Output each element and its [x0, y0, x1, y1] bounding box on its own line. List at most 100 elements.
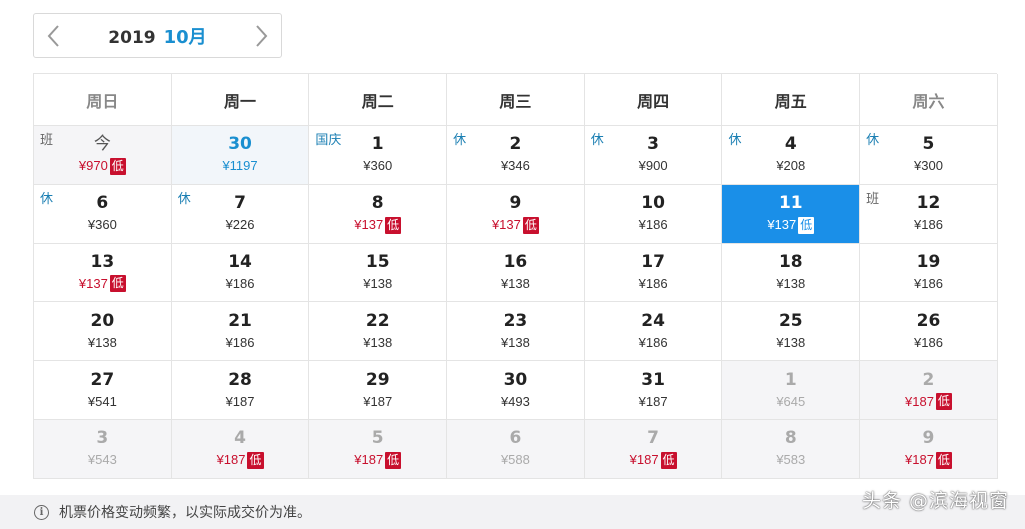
day-number: 4 [784, 134, 797, 155]
day-number: 30 [228, 134, 252, 155]
day-cell[interactable]: 休 3 ¥900 [584, 126, 723, 185]
day-cell[interactable]: 3 ¥543 [34, 419, 172, 479]
price-value: ¥900 [638, 158, 668, 174]
price-value: ¥360 [363, 158, 393, 174]
day-number: 10 [641, 193, 665, 214]
holiday-tag: 休 [728, 133, 742, 148]
price-value: ¥138 [363, 334, 393, 350]
day-cell[interactable]: 14 ¥186 [171, 243, 310, 303]
day-cell[interactable]: 25 ¥138 [722, 302, 861, 362]
day-cell[interactable]: 15 ¥138 [309, 243, 448, 303]
day-cell[interactable]: 18 ¥138 [722, 243, 861, 303]
next-month-button[interactable] [241, 14, 281, 57]
holiday-tag: 休 [453, 133, 467, 148]
day-cell[interactable]: 23 ¥138 [447, 302, 585, 362]
price-value: ¥186 [225, 275, 255, 291]
low-price-badge: 低 [660, 451, 677, 469]
day-cell[interactable]: 26 ¥186 [860, 302, 998, 362]
day-cell[interactable]: 20 ¥138 [34, 302, 172, 362]
price-value: ¥970 [78, 158, 108, 174]
fare-calendar: 周日 周一 周二 周三 周四 周五 周六 班今 ¥970 低 30 ¥1197 国庆 1 ¥3… [33, 73, 998, 479]
day-price: ¥138 [88, 334, 117, 352]
prev-month-button[interactable] [34, 14, 74, 57]
day-cell[interactable]: 19 ¥186 [860, 243, 998, 303]
day-price: ¥583 [776, 451, 805, 469]
year-text: 2019 [108, 27, 156, 48]
day-price: ¥186 [639, 275, 668, 293]
weekday-tue: 周二 [309, 74, 448, 126]
holiday-tag: 休 [590, 133, 604, 148]
day-price: ¥300 [914, 157, 943, 175]
day-cell[interactable]: 10 ¥186 [584, 184, 723, 244]
day-price: ¥187 [226, 393, 255, 411]
day-number: 19 [916, 251, 941, 272]
day-cell[interactable]: 7 ¥187 低 [584, 419, 723, 479]
day-cell[interactable]: 休 4 ¥208 [722, 126, 861, 185]
day-price: ¥138 [501, 334, 530, 352]
watermark: 头条 @滨海视窗 [861, 490, 1009, 512]
day-price: ¥137 低 [354, 216, 402, 234]
day-cell[interactable]: 班 今 ¥970 低 [34, 126, 172, 185]
day-number: 16 [503, 251, 528, 272]
price-notice-text: 机票价格变动频繁，以实际成交价为准。 [59, 505, 311, 521]
price-value: ¥583 [776, 452, 806, 468]
day-cell[interactable]: 24 ¥186 [584, 302, 723, 362]
price-value: ¥208 [776, 158, 806, 174]
day-cell[interactable]: 6 ¥588 [447, 419, 585, 479]
day-cell[interactable]: 28 ¥187 [171, 361, 310, 420]
day-cell[interactable]: 21 ¥186 [171, 302, 310, 362]
day-cell[interactable]: 27 ¥541 [34, 361, 172, 420]
day-number: 23 [503, 310, 528, 331]
chevron-right-icon [256, 24, 268, 47]
price-value: ¥588 [500, 452, 530, 468]
day-cell[interactable]: 29 ¥187 [309, 361, 448, 420]
day-cell[interactable]: 8 ¥137 低 [309, 184, 448, 244]
day-number: 8 [784, 428, 797, 449]
day-cell[interactable]: 22 ¥138 [309, 302, 448, 362]
day-cell[interactable]: 1 ¥645 [722, 361, 861, 420]
day-number: 5 [371, 428, 384, 449]
weekday-fri: 周五 [722, 74, 861, 126]
day-cell[interactable]: 2 ¥187 低 [860, 361, 998, 420]
day-cell[interactable]: 16 ¥138 [447, 243, 585, 303]
price-value: ¥187 [225, 393, 255, 409]
day-cell[interactable]: 11 ¥137 低 [722, 184, 861, 244]
day-cell[interactable]: 国庆 1 ¥360 [309, 126, 448, 185]
low-price-badge: 低 [935, 393, 952, 411]
day-cell[interactable]: 9 ¥187 低 [860, 419, 998, 479]
price-value: ¥186 [914, 275, 943, 291]
price-value: ¥360 [87, 217, 117, 233]
day-cell[interactable]: 30 ¥493 [447, 361, 585, 420]
day-cell[interactable]: 31 ¥187 [584, 361, 723, 420]
day-cell[interactable]: 5 ¥187 低 [309, 419, 448, 479]
day-cell[interactable]: 休 6 ¥360 [34, 184, 172, 244]
day-cell[interactable]: 休 5 ¥300 [860, 126, 998, 185]
day-number: 31 [641, 369, 665, 390]
day-price: ¥186 [639, 216, 668, 234]
day-price: ¥1197 [222, 157, 257, 175]
day-number: 25 [778, 310, 803, 331]
low-price-badge: 低 [522, 216, 539, 234]
day-price: ¥346 [501, 157, 530, 175]
day-cell[interactable]: 8 ¥583 [722, 419, 861, 479]
day-cell[interactable]: 30 ¥1197 [171, 126, 310, 185]
weekday-sun: 周日 [34, 74, 172, 126]
price-value: ¥187 [354, 452, 384, 468]
low-price-badge: 低 [798, 216, 815, 234]
holiday-tag: 国庆 [315, 133, 342, 148]
day-cell[interactable]: 13 ¥137 低 [34, 243, 172, 303]
day-cell[interactable]: 休 2 ¥346 [447, 126, 585, 185]
day-number: 9 [922, 428, 935, 449]
month-label: 2019 10月 [108, 23, 206, 49]
day-number: 4 [234, 428, 246, 449]
price-value: ¥187 [905, 393, 934, 409]
day-cell[interactable]: 休 7 ¥226 [171, 184, 310, 244]
day-cell[interactable]: 4 ¥187 低 [171, 419, 310, 479]
low-price-badge: 低 [385, 451, 402, 469]
day-cell[interactable]: 9 ¥137 低 [447, 184, 585, 244]
day-cell[interactable]: 17 ¥186 [584, 243, 723, 303]
price-value: ¥187 [638, 393, 668, 409]
day-cell[interactable]: 班 12 ¥186 [860, 184, 998, 244]
holiday-tag: 休 [40, 191, 54, 207]
day-number: 28 [228, 369, 252, 390]
